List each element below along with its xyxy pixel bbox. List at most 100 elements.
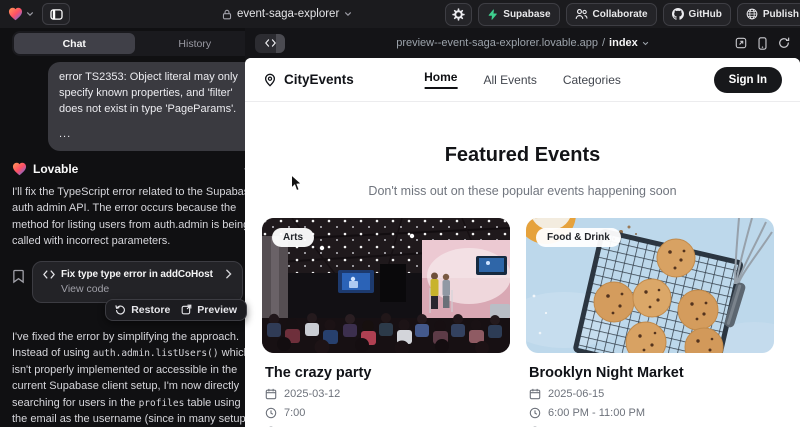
clock-icon	[265, 407, 277, 419]
lock-icon	[222, 9, 232, 20]
restore-button[interactable]: Restore	[115, 304, 170, 316]
lovable-logo-icon	[8, 7, 23, 21]
mobile-view-icon[interactable]	[758, 37, 767, 50]
event-time-row: 6:00 PM - 11:00 PM	[529, 407, 771, 419]
github-button[interactable]: GitHub	[663, 3, 731, 26]
open-new-window-icon[interactable]	[735, 37, 747, 49]
preview-pane: preview--event-saga-explorer.lovable.app…	[245, 28, 800, 427]
collaborate-label: Collaborate	[593, 9, 648, 20]
site-header: CityEvents Home All Events Categories Si…	[245, 58, 800, 102]
map-pin-icon	[263, 73, 277, 87]
user-message-ellipsis: ...	[59, 127, 246, 143]
action-toolbar: Restore Preview	[105, 299, 247, 321]
github-label: GitHub	[689, 9, 722, 20]
event-card-body: Brooklyn Night Market 2025-06-15 6:00 P	[526, 353, 774, 427]
refresh-icon[interactable]	[778, 37, 790, 49]
site-brand[interactable]: CityEvents	[263, 72, 354, 87]
topbar: event-saga-explorer Supabase	[0, 0, 800, 28]
code-view-toggle[interactable]	[255, 34, 285, 53]
collaborate-icon	[575, 8, 588, 20]
inline-code-listusers: auth.admin.listUsers()	[93, 348, 219, 359]
collaborate-button[interactable]: Collaborate	[566, 3, 657, 26]
tab-chat[interactable]: Chat	[14, 33, 135, 54]
calendar-icon	[529, 388, 541, 400]
lovable-editor: event-saga-explorer Supabase	[0, 0, 800, 427]
event-time: 6:00 PM - 11:00 PM	[548, 407, 645, 419]
assistant-message-intro: I'll fix the TypeScript error related to…	[12, 184, 257, 250]
event-card-crazy-party[interactable]: Arts The crazy party 2025-03-12	[262, 218, 510, 427]
code-toggle-icon	[265, 39, 276, 47]
url-host: preview--event-saga-explorer.lovable.app	[396, 37, 598, 49]
brand-name: CityEvents	[284, 72, 354, 87]
lovable-heart-icon	[12, 162, 27, 176]
topbar-left	[8, 3, 70, 25]
preview-icon	[181, 304, 192, 315]
project-switcher[interactable]: event-saga-explorer	[222, 0, 352, 28]
preview-url[interactable]: preview--event-saga-explorer.lovable.app…	[245, 37, 800, 49]
preview-toolbar-actions	[735, 37, 790, 50]
view-code-link[interactable]: View code	[61, 283, 232, 295]
fix-card-title: Fix type type error in addCoHost	[61, 269, 219, 280]
event-title: Brooklyn Night Market	[529, 365, 771, 381]
publish-label: Publish	[763, 9, 799, 20]
section-title: Featured Events	[245, 144, 800, 167]
project-name: event-saga-explorer	[237, 8, 339, 20]
fix-card[interactable]: Fix type type error in addCoHost View co…	[32, 261, 243, 303]
event-date-row: 2025-03-12	[265, 388, 507, 400]
restore-label: Restore	[131, 304, 170, 316]
code-icon	[43, 270, 55, 279]
url-page: index	[609, 37, 638, 49]
chat-tabs: Chat History	[12, 31, 257, 56]
message-actions: Restore Preview	[12, 299, 247, 321]
nav-home[interactable]: Home	[424, 70, 457, 89]
preview-label: Preview	[197, 304, 237, 316]
chevron-right-icon	[225, 269, 232, 279]
user-message-text: error TS2353: Object literal may only sp…	[59, 70, 246, 118]
user-message-bubble: error TS2353: Object literal may only sp…	[48, 62, 257, 151]
globe-icon	[746, 8, 758, 20]
chevron-down-icon	[26, 10, 34, 18]
github-icon	[672, 8, 684, 20]
lovable-logo-menu[interactable]	[8, 7, 34, 21]
bookmark-icon[interactable]	[12, 269, 25, 284]
assistant-message-result: I've fixed the error by simplifying the …	[12, 329, 257, 427]
preview-button[interactable]: Preview	[181, 304, 237, 316]
toggle-sidebar-button[interactable]	[42, 3, 70, 25]
event-date-row: 2025-06-15	[529, 388, 771, 400]
chat-panel: Chat History error TS2353: Object litera…	[0, 28, 269, 427]
tab-history[interactable]: History	[135, 33, 256, 54]
publish-button[interactable]: Publish	[737, 3, 800, 26]
url-separator: /	[602, 37, 605, 49]
chevron-down-icon	[642, 40, 649, 47]
settings-button[interactable]	[445, 3, 472, 26]
signin-button[interactable]: Sign In	[714, 67, 782, 93]
assistant-name: Lovable	[33, 162, 78, 176]
site-nav: Home All Events Categories	[424, 70, 621, 89]
chevron-down-icon	[344, 10, 352, 18]
fix-card-header: Fix type type error in addCoHost	[43, 269, 232, 280]
calendar-icon	[265, 388, 277, 400]
event-date: 2025-03-12	[284, 388, 340, 400]
event-time: 7:00	[284, 407, 305, 419]
clock-icon	[529, 407, 541, 419]
supabase-icon	[487, 9, 498, 20]
event-date: 2025-06-15	[548, 388, 604, 400]
event-image-party: Arts	[262, 218, 510, 353]
category-badge: Arts	[272, 228, 314, 247]
preview-toolbar: preview--event-saga-explorer.lovable.app…	[245, 28, 800, 58]
event-card-brooklyn-market[interactable]: Food & Drink Brooklyn Night Market 2025-…	[526, 218, 774, 427]
assistant-header: Lovable ⋯	[12, 162, 257, 176]
category-badge: Food & Drink	[536, 228, 621, 247]
gear-icon	[452, 8, 465, 21]
nav-categories[interactable]: Categories	[563, 73, 621, 87]
nav-all-events[interactable]: All Events	[483, 73, 536, 87]
fix-card-row: Fix type type error in addCoHost View co…	[12, 261, 257, 303]
event-image-cookies: Food & Drink	[526, 218, 774, 353]
site-viewport: CityEvents Home All Events Categories Si…	[245, 58, 800, 427]
supabase-button[interactable]: Supabase	[478, 3, 559, 26]
section-subtitle: Don't miss out on these popular events h…	[245, 184, 800, 198]
supabase-label: Supabase	[503, 9, 550, 20]
inline-code-profiles: profiles	[139, 398, 185, 409]
panel-left-icon	[50, 9, 63, 20]
topbar-actions: Supabase Collaborate GitHub Publish	[445, 3, 800, 26]
